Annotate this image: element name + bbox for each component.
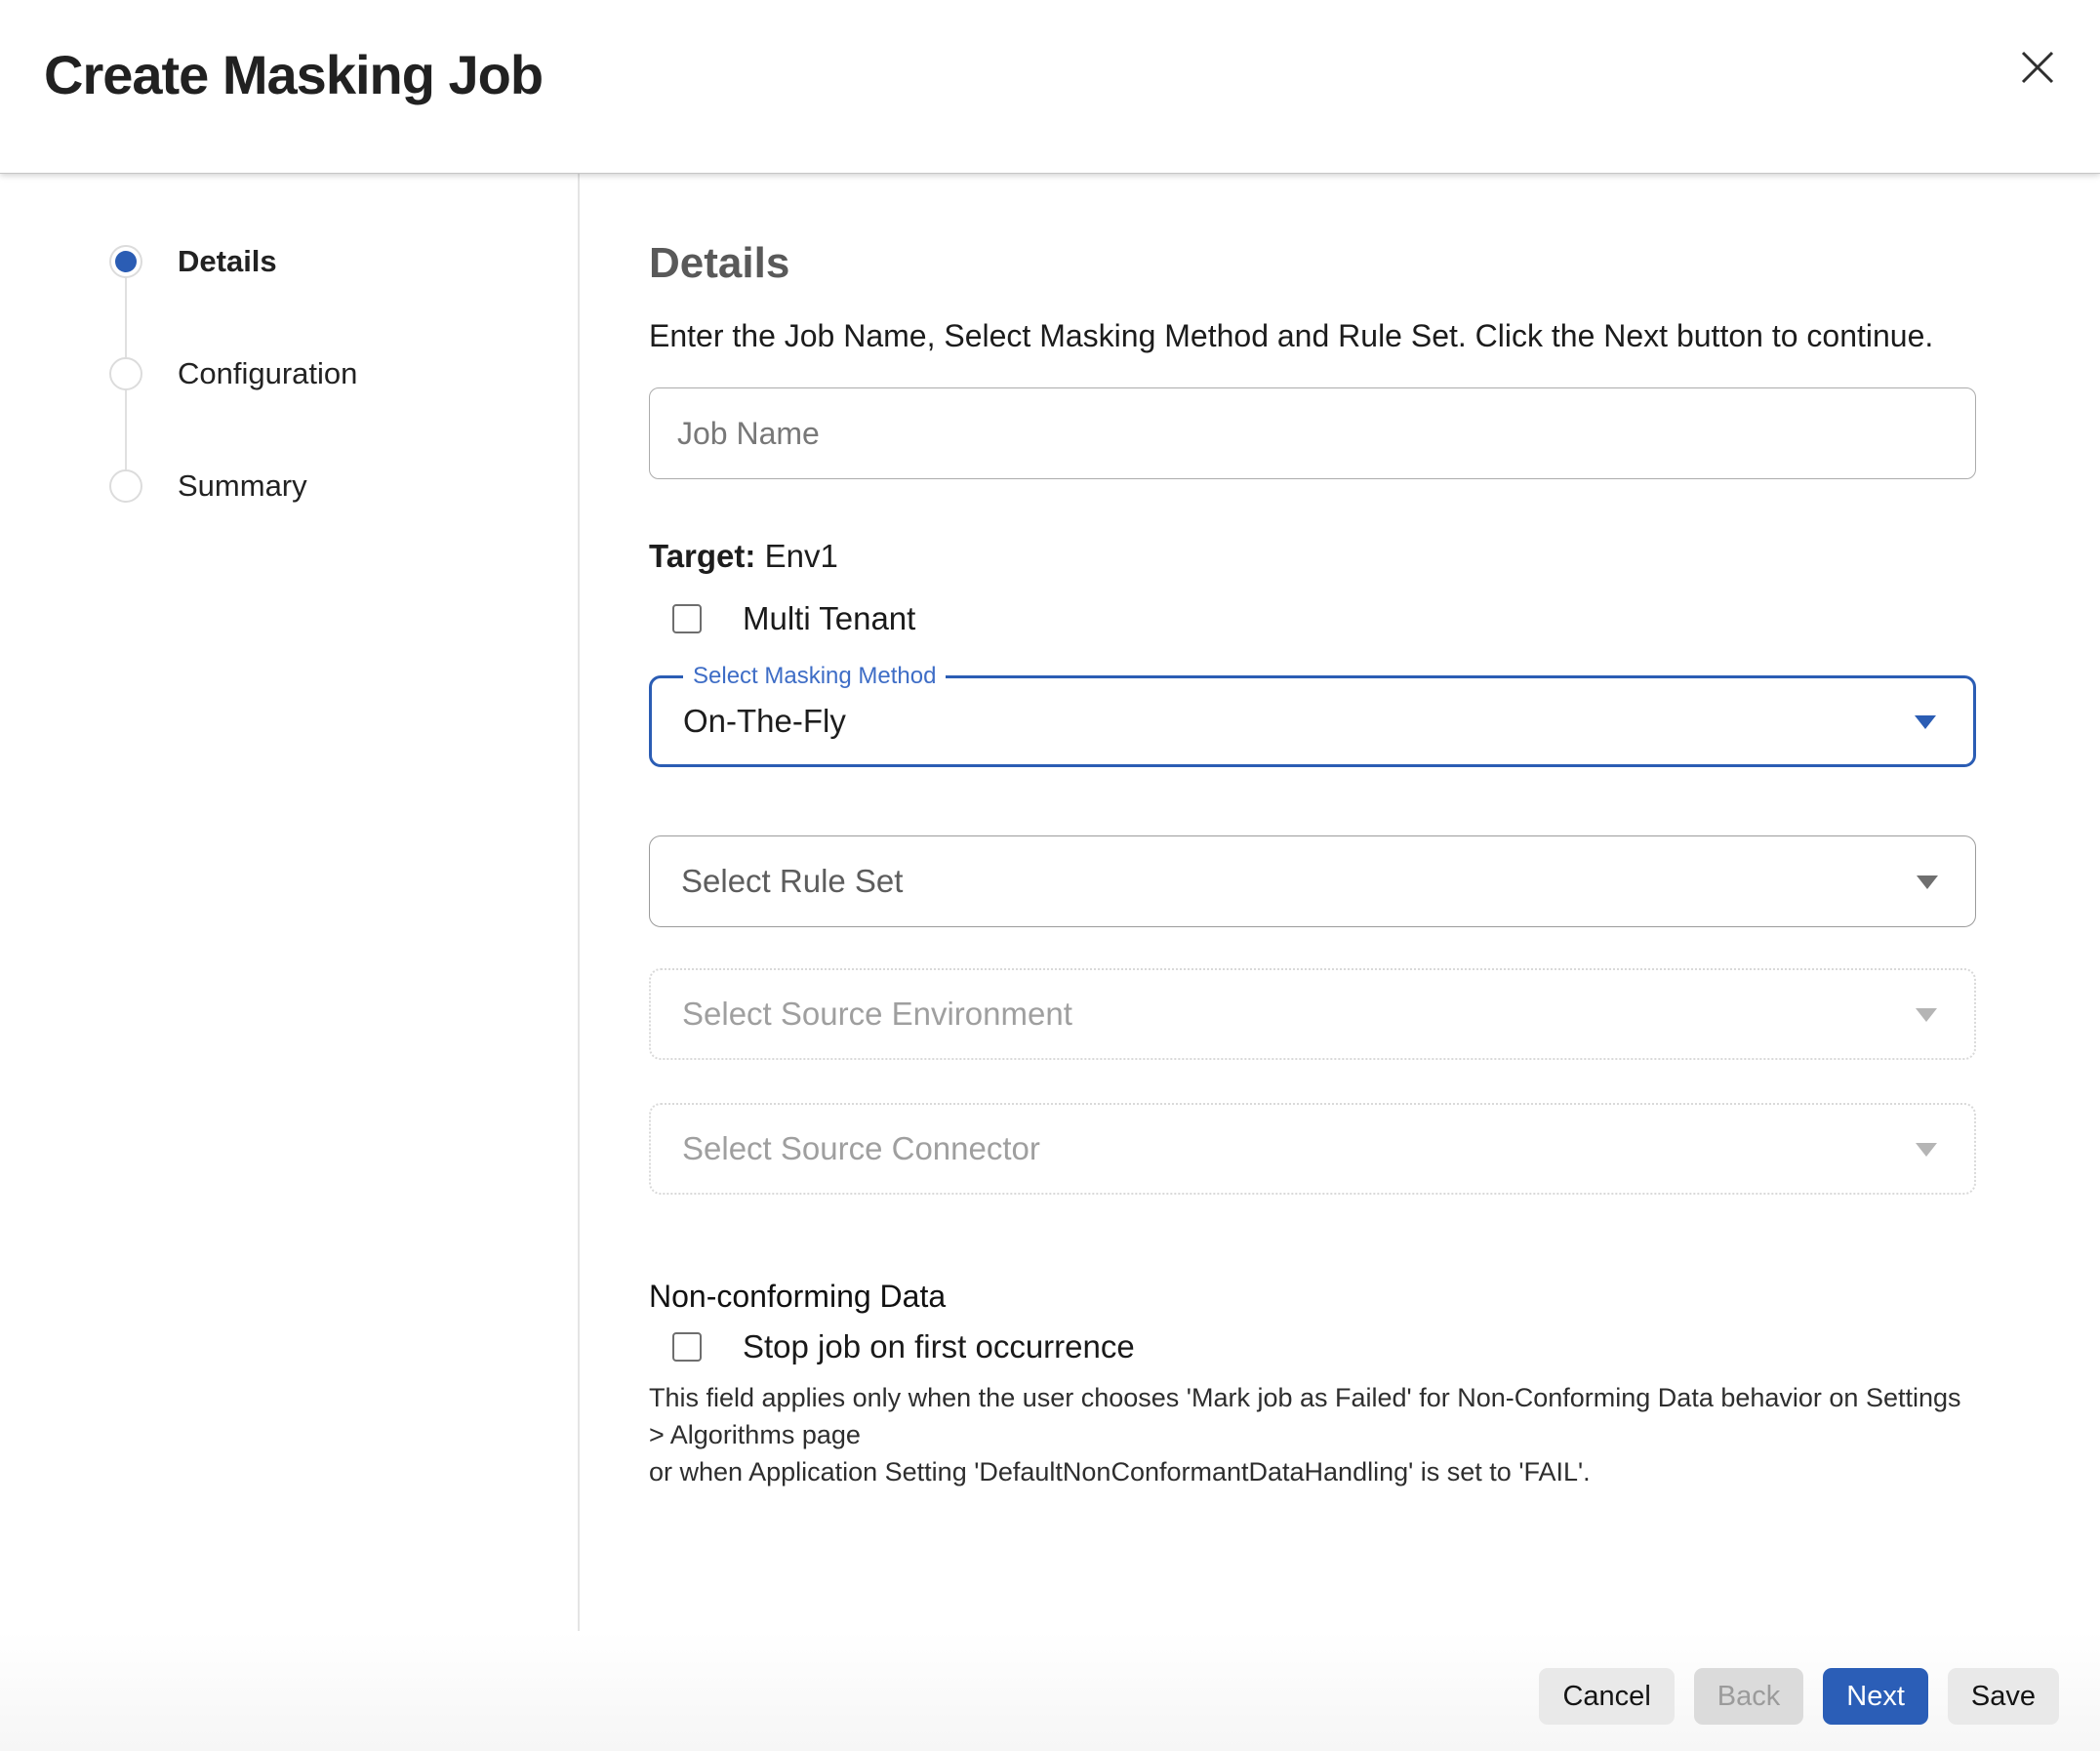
non-conforming-helper-text: This field applies only when the user ch… [649, 1379, 1976, 1490]
dialog-header: Create Masking Job [0, 0, 2100, 174]
step-details[interactable]: Details [109, 245, 578, 278]
back-button[interactable]: Back [1694, 1668, 1803, 1725]
job-name-input[interactable] [649, 387, 1976, 479]
save-button[interactable]: Save [1948, 1668, 2059, 1725]
stepper-sidebar: Details Configuration Summary [0, 174, 580, 1631]
step-details-label: Details [178, 244, 277, 279]
multi-tenant-label: Multi Tenant [743, 600, 915, 637]
chevron-down-icon [1916, 1008, 1937, 1022]
masking-method-select[interactable]: Select Masking Method On-The-Fly [649, 675, 1976, 767]
source-connector-placeholder: Select Source Connector [651, 1130, 1040, 1167]
source-environment-placeholder: Select Source Environment [651, 996, 1072, 1033]
helper-line-1: This field applies only when the user ch… [649, 1379, 1976, 1453]
source-connector-select: Select Source Connector [649, 1103, 1976, 1195]
chevron-down-icon [1917, 876, 1938, 889]
dialog-footer: Cancel Back Next Save [0, 1631, 2100, 1751]
cancel-button[interactable]: Cancel [1539, 1668, 1674, 1725]
target-value: Env1 [765, 538, 838, 574]
step-summary-label: Summary [178, 468, 307, 504]
page-description: Enter the Job Name, Select Masking Metho… [649, 316, 1976, 355]
target-label: Target: [649, 538, 755, 574]
target-row: Target: Env1 [649, 538, 1976, 575]
dialog-title: Create Masking Job [44, 43, 543, 106]
multi-tenant-row: Multi Tenant [649, 600, 1976, 637]
masking-method-float-label: Select Masking Method [683, 663, 946, 691]
step-configuration[interactable]: Configuration [109, 357, 578, 390]
masking-method-value: On-The-Fly [652, 703, 846, 740]
multi-tenant-checkbox[interactable] [672, 604, 702, 633]
helper-line-2: or when Application Setting 'DefaultNonC… [649, 1453, 1976, 1490]
step-summary-indicator-icon [109, 469, 142, 503]
step-configuration-label: Configuration [178, 356, 357, 391]
chevron-down-icon [1915, 715, 1936, 729]
source-environment-select: Select Source Environment [649, 968, 1976, 1060]
step-details-indicator-icon [109, 245, 142, 278]
details-form: Details Enter the Job Name, Select Maski… [580, 174, 2100, 1631]
step-summary[interactable]: Summary [109, 469, 578, 503]
chevron-down-icon [1916, 1143, 1937, 1157]
stepper: Details Configuration Summary [109, 245, 578, 503]
stop-job-label: Stop job on first occurrence [743, 1328, 1135, 1365]
page-title: Details [649, 242, 1976, 285]
step-configuration-indicator-icon [109, 357, 142, 390]
close-icon [2018, 48, 2057, 90]
rule-set-select[interactable]: Select Rule Set [649, 835, 1976, 927]
non-conforming-heading: Non-conforming Data [649, 1279, 1976, 1315]
dialog-body: Details Configuration Summary Details En… [0, 174, 2100, 1631]
stop-job-checkbox[interactable] [672, 1332, 702, 1362]
next-button[interactable]: Next [1823, 1668, 1928, 1725]
close-button[interactable] [2010, 41, 2065, 96]
stop-job-row: Stop job on first occurrence [649, 1328, 1976, 1365]
rule-set-placeholder: Select Rule Set [650, 863, 903, 900]
